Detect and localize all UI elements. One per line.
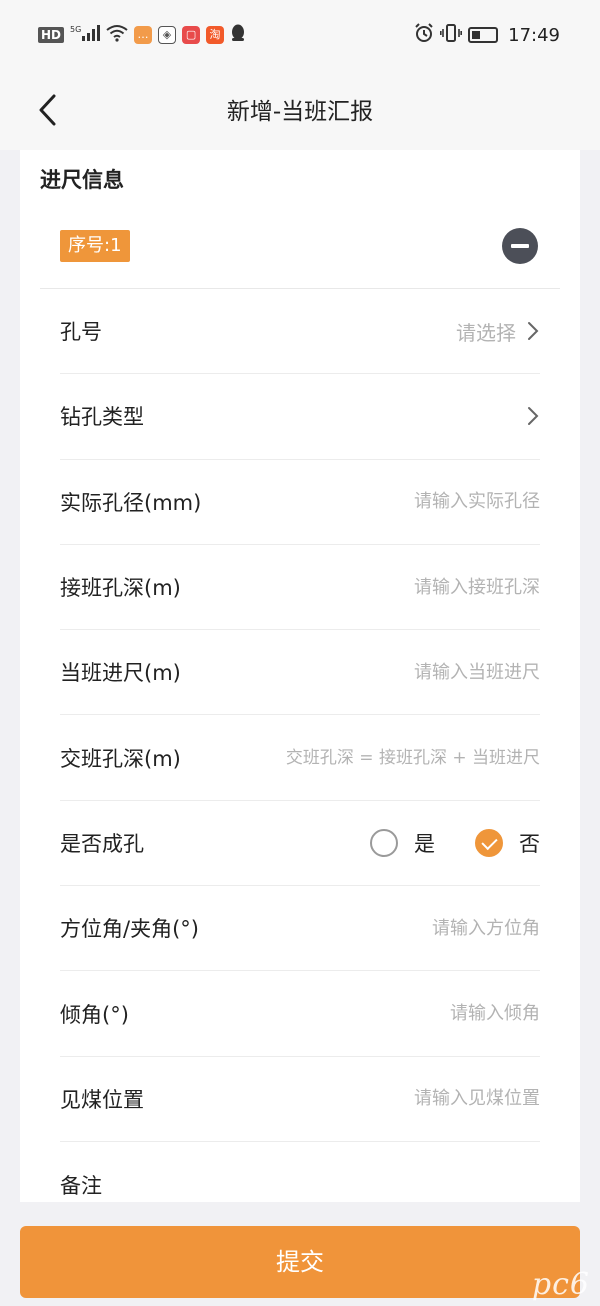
alarm-icon xyxy=(414,23,434,47)
azimuth-input[interactable] xyxy=(214,917,540,939)
hole-number-selector[interactable]: 请选择 xyxy=(456,317,540,346)
shift-footage-label: 当班进尺(m) xyxy=(60,661,181,686)
drill-type-label: 钻孔类型 xyxy=(60,405,144,430)
azimuth-label: 方位角/夹角(°) xyxy=(60,917,199,942)
vibrate-icon xyxy=(440,23,463,47)
shift-footage-input[interactable] xyxy=(196,661,540,683)
page-title: 新增-当班汇报 xyxy=(226,99,374,125)
end-depth-input[interactable] xyxy=(196,747,540,768)
hole-number-placeholder: 请选择 xyxy=(456,320,516,345)
chevron-right-icon xyxy=(528,407,539,426)
form-rows: 孔号 请选择 钻孔类型 实际孔径(mm) 接班孔深(m) 当班进尺(m) xyxy=(60,289,540,1202)
qq-penguin-icon xyxy=(230,24,246,46)
radio-yes-label: 是 xyxy=(414,831,435,856)
status-bar-right: 17:49 xyxy=(414,23,560,47)
red-app-icon: ▢ xyxy=(182,26,201,44)
submit-button[interactable]: 提交 xyxy=(20,1226,580,1298)
section-title: 进尺信息 xyxy=(40,168,124,192)
inclination-row: 倾角(°) xyxy=(60,971,540,1057)
status-bar-left: HD 5G … ◈ ▢ 淘 xyxy=(38,24,246,46)
hole-number-row[interactable]: 孔号 请选择 xyxy=(60,289,540,375)
watermark-logo: pc6 xyxy=(531,1267,590,1302)
radio-no-label: 否 xyxy=(519,831,540,856)
5g-signal-icon: 5G xyxy=(70,24,101,46)
remarks-label: 备注 xyxy=(60,1173,102,1198)
svg-text:5G: 5G xyxy=(70,25,81,34)
coal-position-label: 见煤位置 xyxy=(60,1087,144,1112)
battery-icon xyxy=(468,27,499,43)
wifi-icon xyxy=(106,24,128,46)
coal-position-row: 见煤位置 xyxy=(60,1057,540,1142)
handover-depth-row: 接班孔深(m) xyxy=(60,545,540,631)
hole-number-label: 孔号 xyxy=(60,320,102,345)
end-depth-label: 交班孔深(m) xyxy=(60,746,181,771)
radio-unchecked-icon xyxy=(370,828,398,857)
nav-bar: 新增-当班汇报 xyxy=(0,70,600,150)
message-app-icon: … xyxy=(134,26,153,44)
actual-diameter-label: 实际孔径(mm) xyxy=(60,490,202,515)
hole-formed-row: 是否成孔 是 否 xyxy=(60,801,540,887)
inclination-input[interactable] xyxy=(144,1003,540,1025)
hd-icon: HD xyxy=(38,27,65,43)
chevron-right-icon xyxy=(528,322,539,341)
drill-type-selector[interactable] xyxy=(526,406,540,426)
drill-type-row[interactable]: 钻孔类型 xyxy=(60,374,540,460)
shield-app-icon: ◈ xyxy=(158,26,177,44)
coal-position-input[interactable] xyxy=(160,1088,540,1110)
status-time: 17:49 xyxy=(508,24,560,46)
actual-diameter-input[interactable] xyxy=(217,491,540,513)
handover-depth-input[interactable] xyxy=(196,576,540,598)
shift-footage-row: 当班进尺(m) xyxy=(60,630,540,716)
azimuth-row: 方位角/夹角(°) xyxy=(60,886,540,972)
end-depth-row: 交班孔深(m) xyxy=(60,715,540,801)
radio-option-no[interactable]: 否 xyxy=(475,828,540,858)
sequence-badge: 序号:1 xyxy=(60,230,130,262)
form-card: 进尺信息 序号:1 孔号 请选择 钻孔类型 实际孔径(mm) 接班孔深(m) xyxy=(20,150,580,1202)
hole-formed-label: 是否成孔 xyxy=(60,831,144,856)
status-bar: HD 5G … ◈ ▢ 淘 17:49 xyxy=(0,0,600,70)
remove-entry-button[interactable] xyxy=(502,228,538,264)
actual-diameter-row: 实际孔径(mm) xyxy=(60,460,540,545)
remarks-row[interactable]: 备注 xyxy=(60,1142,540,1202)
hole-formed-radio-group: 是 否 xyxy=(370,828,540,858)
inclination-label: 倾角(°) xyxy=(60,1002,129,1027)
handover-depth-label: 接班孔深(m) xyxy=(60,576,181,601)
radio-checked-icon xyxy=(475,828,503,857)
radio-option-yes[interactable]: 是 xyxy=(370,828,435,858)
taobao-app-icon: 淘 xyxy=(206,26,225,44)
